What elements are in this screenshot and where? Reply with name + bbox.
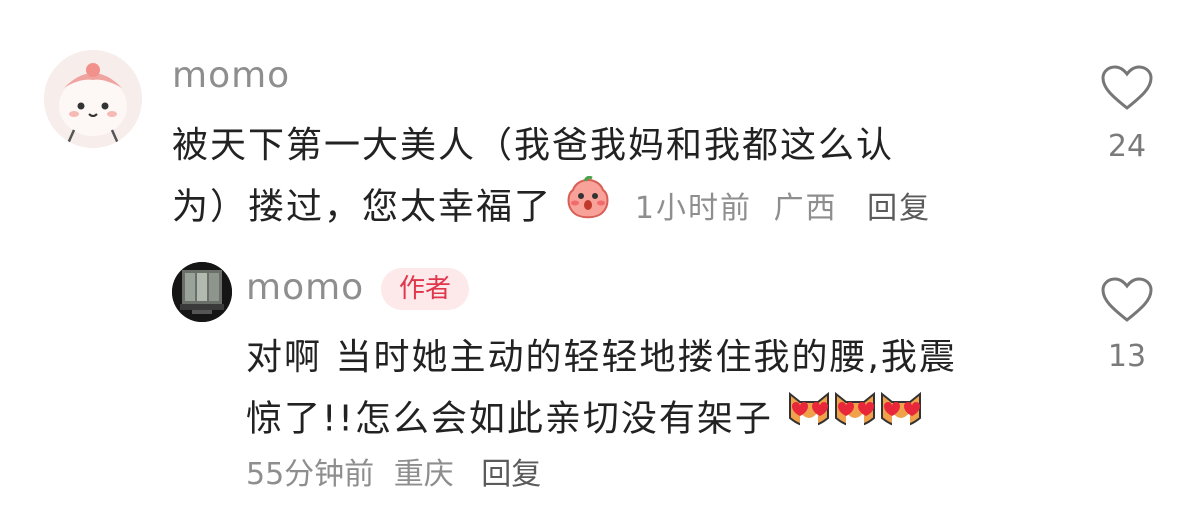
reply-username[interactable]: momo (246, 270, 364, 306)
comment-text: 被天下第一大美人（我爸我妈和我都这么认 为）搂过，您太幸福了 1小时前 广西 回… (172, 116, 1052, 241)
comment-text-line-2: 为）搂过，您太幸福了 (172, 186, 553, 228)
reply-meta: 55分钟前 重庆 回复 (246, 460, 541, 490)
comment-time: 1小时前 (634, 190, 753, 226)
reply-text-line-2: 惊了!!怎么会如此亲切没有架子 (246, 398, 773, 440)
reply-time: 55分钟前 (246, 457, 375, 492)
reply-like-count: 13 (1107, 339, 1147, 374)
blushing-peach-emoji-icon (565, 175, 611, 241)
comment-like-count: 24 (1107, 129, 1147, 164)
reply-text: 对啊 当时她主动的轻轻地搂住我的腰,我震 惊了!!怎么会如此亲切没有架子 (246, 328, 1066, 453)
cartoon-avatar-icon (44, 50, 142, 148)
reply-avatar[interactable] (172, 262, 232, 322)
heart-eyes-dog-emoji-icon (786, 388, 924, 453)
commenter-avatar[interactable] (44, 50, 142, 148)
heart-outline-icon (1101, 277, 1153, 322)
reply-like-button[interactable] (1100, 276, 1154, 328)
reply-text-line-1: 对啊 当时她主动的轻轻地搂住我的腰,我震 (246, 337, 957, 378)
commenter-username[interactable]: momo (172, 58, 290, 94)
reply-location: 重庆 (393, 457, 454, 492)
reply-reply-button[interactable]: 回复 (481, 457, 541, 492)
heart-outline-icon (1101, 65, 1153, 110)
comment-text-line-1: 被天下第一大美人（我爸我妈和我都这么认 (172, 125, 895, 166)
window-photo-avatar-icon (172, 262, 232, 322)
comment-like-button[interactable] (1100, 64, 1154, 116)
comment-reply-button[interactable]: 回复 (867, 191, 931, 226)
comment-location: 广西 (773, 190, 838, 226)
author-badge: 作者 (381, 268, 470, 310)
